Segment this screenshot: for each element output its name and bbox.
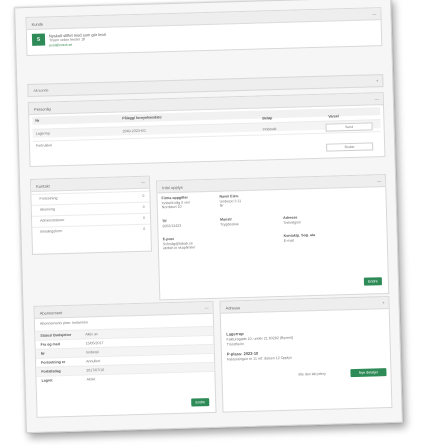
list-item[interactable]: Fortsetning 0	[31, 190, 150, 203]
row-value: Aktiv av	[85, 332, 98, 337]
row-key: Status/ Budsjettor	[40, 332, 72, 338]
col-header-nr: Nr	[35, 118, 40, 123]
collapse-icon[interactable]: —	[372, 11, 376, 16]
company-panel: Kunde — S Nyskolt stiftet med som gör te…	[25, 7, 383, 57]
field-label: E-post	[162, 236, 174, 242]
adresse-panel-title: Adresse	[225, 304, 241, 311]
company-address: Trsam vebor fersler 18	[49, 37, 86, 43]
row-key: Fra og med	[40, 342, 60, 347]
field-label: Tlf	[162, 219, 167, 224]
field-label: Navn/ Eien.	[219, 194, 239, 199]
list-item-count: 0	[143, 226, 146, 231]
adresse-line: Fakturagade 10, under 21 83282 (Bysent)	[226, 335, 294, 342]
personlig-panel: Personlig — Nr Pålegg/ fornyelsesdato Be…	[27, 92, 386, 167]
field-value: Trsh/elgom	[283, 220, 302, 225]
kontakt-panel: Kontakt — Fortsetning 0 Abonning 0 Admin…	[29, 175, 152, 255]
field-label: Firma oppgifter	[161, 195, 188, 201]
company-email-link[interactable]: post@nvsvk.se	[49, 43, 72, 48]
abonnement-plan: Abonnements plan: Innlarmen	[39, 320, 88, 326]
info-panel-header: Info/ opplys —	[157, 175, 386, 194]
row-key: Lagret	[41, 378, 53, 383]
abonnement-panel: Abonnement — Abonnements plan: Innlarmen…	[33, 300, 217, 418]
row-value: Aktivt	[86, 377, 96, 382]
list-item[interactable]: Betalingsform 0	[32, 223, 151, 236]
collapse-icon[interactable]: —	[377, 178, 381, 183]
row-key: Nr	[40, 351, 45, 356]
collapse-icon[interactable]: —	[141, 180, 145, 185]
row-value: 2017/07/10	[86, 367, 105, 373]
send-button[interactable]: Send	[325, 122, 373, 132]
list-item[interactable]: Abonning 0	[31, 201, 150, 214]
personlig-panel-title: Personlig	[33, 105, 51, 112]
company-panel-title: Kunde	[31, 21, 44, 27]
cell: Fortrukkel	[35, 143, 53, 148]
list-item-count: 0	[142, 204, 145, 209]
list-item[interactable]: Administratorer 0	[31, 212, 151, 225]
kontakt-panel-header: Kontakt —	[30, 176, 150, 192]
edit-abonnement-button[interactable]: Endre	[191, 398, 210, 407]
field-label: Adresse	[283, 215, 298, 220]
cell: Innbetalt	[262, 127, 277, 132]
abonnement-panel-title: Abonnement	[39, 309, 63, 316]
field-value: wtdtsh in skapfimiler	[162, 245, 196, 251]
list-item-label: Fortsetning	[39, 196, 58, 201]
edit-info-button[interactable]: Endre	[363, 277, 383, 286]
screen: Kunde — S Nyskolt stiftet med som gör te…	[0, 0, 426, 445]
adresse-panel-header: Adresse +	[220, 297, 389, 314]
collapse-icon[interactable]: +	[382, 300, 384, 305]
kontakt-panel-title: Kontakt	[36, 182, 50, 189]
cell: 2040-2323-6/1	[122, 128, 147, 134]
field-value: Nr	[219, 203, 224, 208]
list-item-count: 0	[142, 215, 145, 220]
field-label: Manstr	[220, 217, 232, 222]
collapse-icon[interactable]: —	[205, 305, 209, 310]
adresse-panel: Adresse + Lagerrop Fakturagade 10, under…	[219, 295, 393, 413]
field-value: Trygdesleie	[220, 222, 239, 227]
col-header-belop: Beløp	[262, 116, 273, 121]
field-value: 2002/12423	[162, 223, 182, 229]
field-value: E-mail	[283, 238, 294, 243]
adresse-link[interactable]: Ble den lab jobsy	[298, 372, 325, 377]
adresse-line: Fakturaingen nr 11 ref: dalsen 12 Opplys	[226, 355, 292, 362]
section-bar-title: Alt kunde	[33, 87, 49, 93]
info-panel-title: Info/ opplys	[162, 184, 183, 190]
field-value: Nordsturt 10	[161, 204, 182, 210]
col-header-varsel: Varsel	[328, 114, 339, 119]
field-label: Kontaktp. Sog. ata	[283, 233, 316, 238]
expand-icon[interactable]: +	[376, 78, 378, 83]
cell: Lagerrop	[35, 131, 51, 136]
company-logo: S	[31, 33, 46, 46]
list-item-label: Administratorer	[40, 218, 65, 223]
printed-page: Kunde — S Nyskolt stiftet med som gör te…	[14, 0, 403, 434]
adresse-line: Trondheim	[226, 342, 244, 347]
adresse-heading: P-plass: 2023-10	[226, 350, 259, 357]
col-header-dato: Pålegg/ fornyelsesdato	[122, 115, 162, 121]
info-panel: Info/ opplys — Firma oppgifter Innbehl t…	[156, 174, 390, 301]
row-key: Fortsetning er	[41, 360, 66, 365]
row-key: Forfallsdag	[41, 369, 61, 374]
row-value: 15/05/2017	[85, 340, 104, 346]
abonnement-panel-header: Abonnement —	[34, 301, 213, 319]
list-item-label: Betalingsform	[40, 229, 63, 234]
row-value: Annullert	[85, 359, 101, 364]
list-item-label: Abonning	[39, 207, 56, 212]
company-panel-header: Kunde —	[26, 8, 381, 31]
new-details-button[interactable]: Nye detaljer	[350, 368, 387, 378]
collapse-icon[interactable]: —	[375, 96, 379, 101]
list-item-count: 0	[142, 193, 145, 198]
bruker-button[interactable]: Bruker	[326, 142, 374, 152]
row-value: Innbetal	[85, 350, 99, 355]
adresse-heading: Lagerrop	[226, 331, 244, 337]
